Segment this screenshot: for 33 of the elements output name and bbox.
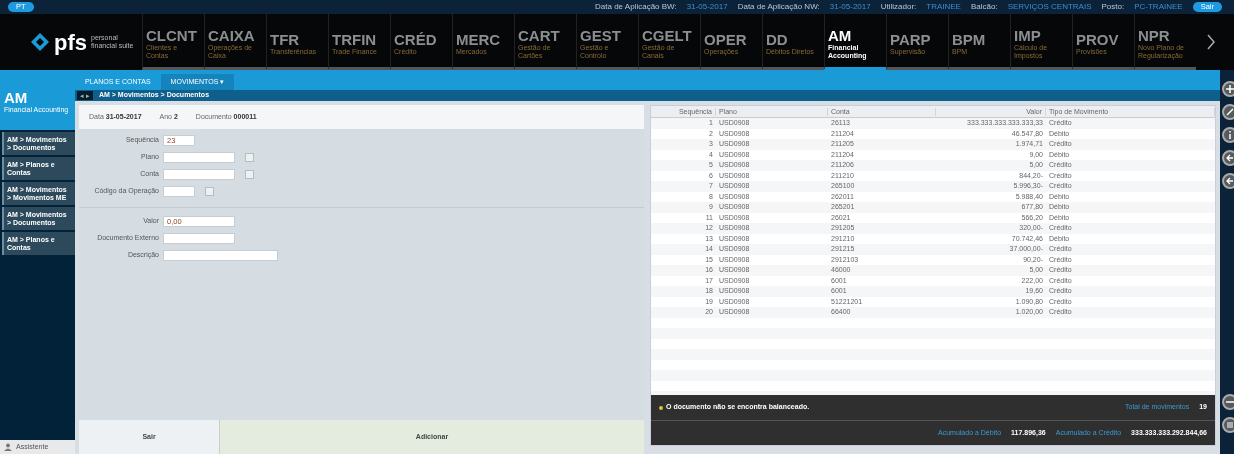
status-value: SERVIÇOS CENTRAIS	[1007, 1, 1092, 13]
input-field[interactable]	[163, 169, 235, 180]
round-button[interactable]	[1222, 417, 1234, 433]
input-field[interactable]	[163, 233, 235, 244]
arrow-icon	[1225, 153, 1234, 163]
warning-icon	[659, 405, 663, 410]
logo-icon	[30, 32, 50, 52]
chevron-icon	[1206, 34, 1216, 50]
status-value: 31-05-2017	[686, 1, 728, 13]
person-icon	[4, 443, 12, 451]
list-icon	[1225, 420, 1234, 430]
status-value: TRAINEE	[926, 1, 961, 13]
round-button[interactable]	[1222, 104, 1234, 120]
status-value: PC-TRAINEE	[1134, 1, 1183, 13]
logo-text: pfs	[54, 28, 87, 57]
round-button[interactable]	[1222, 394, 1234, 410]
plus-icon	[1225, 84, 1234, 94]
status-label: Utilizador:	[880, 1, 917, 13]
status-label: Balcão:	[970, 1, 998, 13]
status-label: Data de Aplicação NW:	[737, 1, 820, 13]
arrow-icon	[1225, 176, 1234, 186]
status-value: 31-05-2017	[829, 1, 871, 13]
input-field[interactable]	[163, 186, 195, 197]
round-button[interactable]	[1222, 127, 1234, 143]
round-button[interactable]	[1222, 81, 1234, 97]
status-label: Data de Aplicação BW:	[595, 1, 677, 13]
round-button[interactable]	[1222, 150, 1234, 166]
input-field[interactable]	[163, 152, 235, 163]
round-button[interactable]	[1222, 173, 1234, 189]
input-field[interactable]	[163, 250, 278, 261]
pencil-icon	[1225, 107, 1234, 117]
status-label: Posto:	[1101, 1, 1125, 13]
lookup-button[interactable]	[205, 187, 214, 196]
